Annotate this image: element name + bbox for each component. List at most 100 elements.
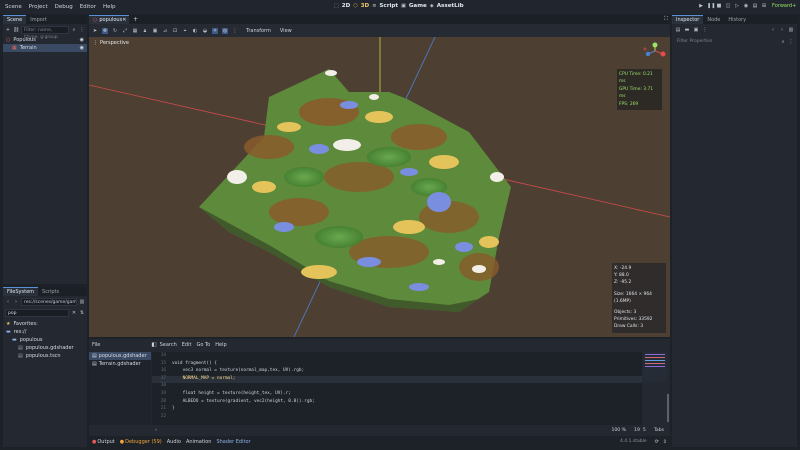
menu-project[interactable]: Project bbox=[29, 4, 48, 10]
menu-help[interactable]: Help bbox=[103, 4, 116, 10]
open-folder-icon[interactable]: ▬ bbox=[684, 27, 690, 33]
view-menu[interactable]: View bbox=[280, 28, 292, 34]
lock-icon[interactable]: 🔒︎ bbox=[142, 28, 148, 34]
scale-tool-icon[interactable]: ⤢ bbox=[122, 28, 128, 34]
indent-mode[interactable]: Tabs bbox=[654, 428, 664, 433]
select-tool-icon[interactable]: ➤ bbox=[92, 28, 98, 34]
scene-tab-populous[interactable]: ○ populous ✕ bbox=[89, 15, 129, 24]
mode-assetlib[interactable]: AssetLib bbox=[437, 3, 464, 9]
populous-folder-item[interactable]: ▬ populous bbox=[3, 336, 87, 344]
zoom-level[interactable]: 100 % bbox=[611, 428, 626, 433]
remote-debug-icon[interactable]: ◫ bbox=[725, 3, 731, 9]
update-spinner-icon[interactable]: ⟳ bbox=[655, 439, 659, 445]
search-icon[interactable]: ⌕ bbox=[71, 27, 77, 33]
scene-filter-input[interactable]: Filter: name, t:type, g:group bbox=[21, 26, 69, 40]
tab-node[interactable]: Node bbox=[703, 16, 724, 24]
more-options-icon[interactable]: ⋮ bbox=[702, 27, 708, 33]
pause-icon[interactable]: ❚❚ bbox=[707, 3, 715, 9]
add-icon[interactable]: + bbox=[5, 27, 11, 33]
shader-file-populous[interactable]: ▤ populous.gdshader bbox=[89, 352, 151, 360]
group-icon[interactable]: ▣ bbox=[152, 28, 158, 34]
history-forward-icon[interactable]: › bbox=[779, 27, 785, 33]
layout-icon[interactable]: ⊞ bbox=[761, 3, 767, 9]
movie-icon[interactable]: ▤ bbox=[752, 3, 758, 9]
code-minimap[interactable] bbox=[643, 352, 667, 382]
split-icon[interactable]: ▥ bbox=[79, 299, 85, 305]
menu-scene[interactable]: Scene bbox=[5, 4, 22, 10]
res-folder-item[interactable]: ▬ res:// bbox=[3, 328, 87, 336]
ruler-icon[interactable]: ⊿ bbox=[162, 28, 168, 34]
play-icon[interactable]: ▶ bbox=[698, 3, 704, 9]
tab-shader-editor[interactable]: Shader Editor bbox=[216, 439, 250, 445]
object-history-icon[interactable]: ▥ bbox=[788, 27, 794, 33]
back-icon[interactable]: ‹ bbox=[5, 299, 11, 305]
forward-icon[interactable]: › bbox=[13, 299, 19, 305]
menu-edit[interactable]: Edit bbox=[182, 342, 192, 348]
filter-properties-input[interactable]: Filter Properties bbox=[675, 38, 778, 46]
3d-viewport[interactable]: ⋮ Perspective CPU Time: 0.21 ms GPU Time… bbox=[89, 37, 670, 337]
tab-animation[interactable]: Animation bbox=[186, 439, 212, 445]
link-icon[interactable]: ⛓ bbox=[13, 27, 19, 33]
environment-icon[interactable]: ◒ bbox=[202, 28, 208, 34]
collapse-icon[interactable]: ‹ bbox=[155, 428, 157, 433]
close-icon[interactable]: ✕ bbox=[122, 17, 126, 23]
renderer-select[interactable]: Forward+ bbox=[772, 3, 796, 9]
preview-env-icon[interactable]: ◍ bbox=[222, 27, 228, 34]
play-custom-icon[interactable]: ◉ bbox=[743, 3, 749, 9]
stop-icon[interactable]: ■ bbox=[716, 3, 722, 9]
file-item-gdshader[interactable]: ▤ populous.gdshader bbox=[3, 344, 87, 352]
tab-history[interactable]: History bbox=[724, 16, 750, 24]
path-field[interactable]: res://scenes/game/game.tscn bbox=[21, 297, 77, 306]
menu-debug[interactable]: Debug bbox=[55, 4, 73, 10]
menu-editor[interactable]: Editor bbox=[80, 4, 96, 10]
tab-debugger[interactable]: Debugger (59) bbox=[125, 439, 162, 445]
expand-panel-icon[interactable]: ⇳ bbox=[663, 439, 667, 445]
tab-scene[interactable]: Scene bbox=[3, 15, 27, 24]
menu-goto[interactable]: Go To bbox=[196, 342, 210, 348]
sun-icon[interactable]: ◐ bbox=[192, 28, 198, 34]
sort-icon[interactable]: ⇅ bbox=[79, 310, 85, 316]
tab-inspector[interactable]: Inspector bbox=[672, 15, 704, 24]
perspective-menu[interactable]: ⋮ Perspective bbox=[93, 40, 129, 46]
tab-filesystem[interactable]: FileSystem bbox=[3, 287, 39, 296]
file-item-tscn[interactable]: ▤ populous.tscn bbox=[3, 352, 87, 360]
tree-item-label: Terrain bbox=[19, 45, 37, 51]
new-resource-icon[interactable]: ▤ bbox=[675, 27, 681, 33]
menu-search[interactable]: Search bbox=[160, 342, 177, 348]
transform-menu[interactable]: Transform bbox=[246, 28, 271, 34]
clear-icon[interactable]: ✕ bbox=[71, 310, 77, 316]
menu-file[interactable]: File bbox=[92, 342, 100, 348]
tab-import[interactable]: Import bbox=[26, 16, 51, 24]
inspector-menu-icon[interactable]: ⋮ bbox=[788, 39, 794, 45]
menu-icon[interactable]: ⋮ bbox=[79, 27, 85, 33]
preview-sun-icon[interactable]: ☀ bbox=[212, 27, 218, 34]
favorites-item[interactable]: ★ Favorites: bbox=[3, 320, 87, 328]
move-tool-icon[interactable]: ✥ bbox=[102, 27, 108, 34]
tab-output[interactable]: Output bbox=[97, 439, 114, 445]
local-space-icon[interactable]: ⊡ bbox=[172, 28, 178, 34]
tree-item-terrain[interactable]: ▦ Terrain ◉ bbox=[3, 44, 87, 52]
new-tab-icon[interactable]: + bbox=[133, 16, 138, 23]
distraction-free-icon[interactable]: ⛶ bbox=[664, 16, 668, 23]
mode-3d[interactable]: 3D bbox=[361, 3, 370, 9]
play-scene-icon[interactable]: ▷ bbox=[734, 3, 740, 9]
file-search-input[interactable]: pop bbox=[5, 308, 69, 317]
tab-scripts[interactable]: Scripts bbox=[38, 288, 63, 296]
mode-2d[interactable]: 2D bbox=[342, 3, 351, 9]
history-back-icon[interactable]: ‹ bbox=[770, 27, 776, 33]
snap-icon[interactable]: ⌖ bbox=[182, 28, 188, 34]
menu-help[interactable]: Help bbox=[215, 342, 226, 348]
mode-game[interactable]: Game bbox=[409, 3, 427, 9]
rotate-tool-icon[interactable]: ↻ bbox=[112, 28, 118, 34]
selectable-icon[interactable]: ▦ bbox=[132, 28, 138, 34]
shader-file-terrain[interactable]: ▤ Terrain.gdshader bbox=[89, 360, 151, 368]
toggle-files-icon[interactable]: ◧ bbox=[151, 342, 156, 348]
code-editor[interactable]: 14 15 void fragment() { 16 vec3 normal = … bbox=[152, 352, 642, 425]
save-icon[interactable]: ▣ bbox=[693, 27, 699, 33]
mode-script[interactable]: Script bbox=[379, 3, 398, 9]
visibility-icon[interactable]: ◉ bbox=[80, 37, 84, 43]
visibility-icon[interactable]: ◉ bbox=[80, 45, 84, 51]
more-icon[interactable]: ⋮ bbox=[232, 28, 238, 34]
tab-audio[interactable]: Audio bbox=[167, 439, 181, 445]
code-scrollbar[interactable] bbox=[667, 394, 669, 422]
